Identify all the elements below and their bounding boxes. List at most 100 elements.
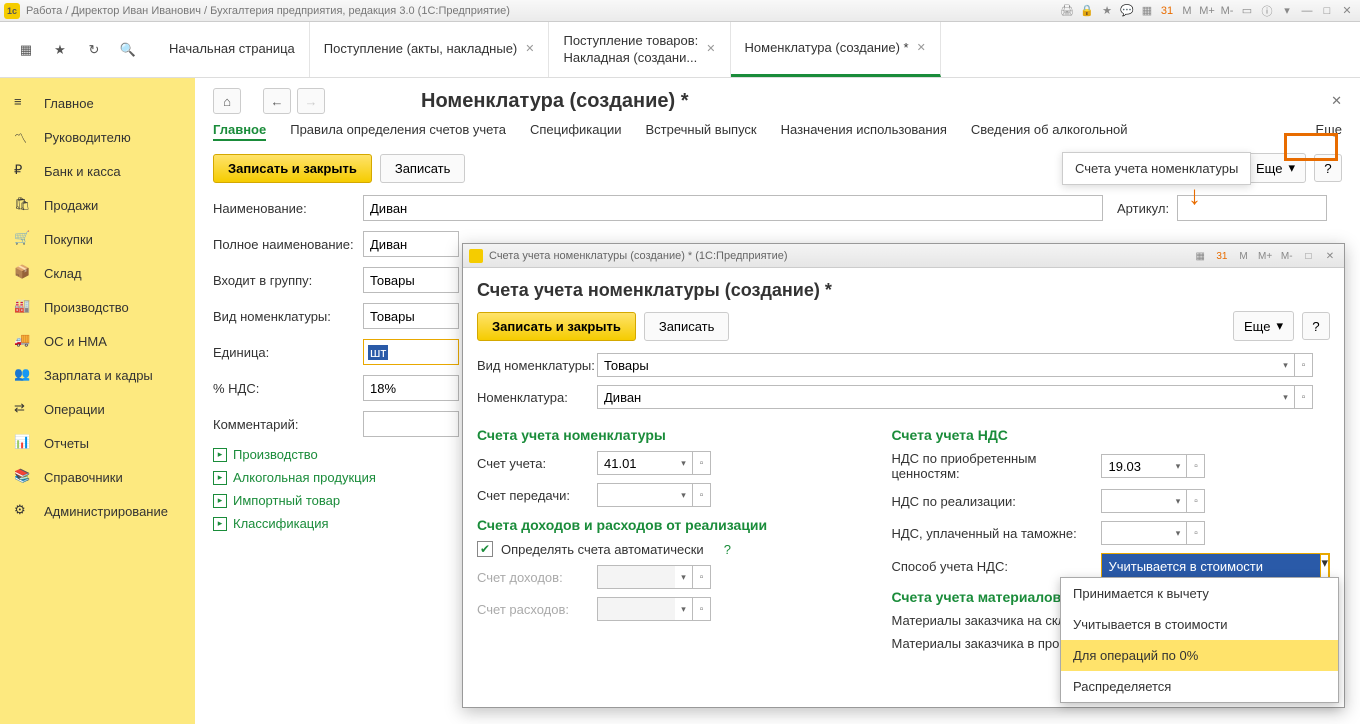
calendar-icon[interactable]: 31 xyxy=(1214,248,1230,264)
open-icon[interactable]: ▫ xyxy=(1187,521,1205,545)
mplus-icon[interactable]: M+ xyxy=(1257,248,1273,264)
vat-acq-input[interactable]: ▾▫ xyxy=(1101,454,1205,478)
chat-icon[interactable]: 💬 xyxy=(1118,2,1136,20)
minimize-icon[interactable]: — xyxy=(1298,2,1316,20)
dropdown-icon[interactable]: ▾ xyxy=(1277,353,1295,377)
tab-home[interactable]: Начальная страница xyxy=(155,22,310,77)
sidebar-item-sales[interactable]: 🛍Продажи xyxy=(0,188,195,222)
section-tab-counter[interactable]: Встречный выпуск xyxy=(645,122,756,141)
maximize-icon[interactable]: □ xyxy=(1300,248,1316,264)
income-input[interactable]: ▾▫ xyxy=(597,565,711,589)
name-input[interactable] xyxy=(363,195,1103,221)
sidebar-item-refs[interactable]: 📚Справочники xyxy=(0,460,195,494)
tab-nomenclature[interactable]: Номенклатура (создание) *✕ xyxy=(731,22,941,77)
sidebar-item-reports[interactable]: 📊Отчеты xyxy=(0,426,195,460)
dropdown-icon[interactable]: ▾ xyxy=(1169,489,1187,513)
kind-input[interactable] xyxy=(363,303,459,329)
open-icon[interactable]: ▫ xyxy=(1295,385,1313,409)
modal-save-close-button[interactable]: Записать и закрыть xyxy=(477,312,636,341)
dropdown-icon[interactable]: ▾ xyxy=(1169,454,1187,478)
dropdown-icon[interactable]: ▾ xyxy=(1320,554,1329,578)
modal-kind-input[interactable]: ▾▫ xyxy=(597,353,1313,377)
auto-checkbox[interactable]: ✔ xyxy=(477,541,493,557)
help-link-icon[interactable]: ? xyxy=(724,542,731,557)
fullname-input[interactable] xyxy=(363,231,459,257)
open-icon[interactable]: ▫ xyxy=(1187,454,1205,478)
open-icon[interactable]: ▫ xyxy=(1187,489,1205,513)
calendar-icon[interactable]: 31 xyxy=(1158,2,1176,20)
unit-input[interactable]: шт xyxy=(363,339,459,365)
home-button[interactable]: ⌂ xyxy=(213,88,241,114)
expense-input[interactable]: ▾▫ xyxy=(597,597,711,621)
open-icon[interactable]: ▫ xyxy=(693,451,711,475)
mplus-icon[interactable]: M+ xyxy=(1198,2,1216,20)
open-icon[interactable]: ▫ xyxy=(693,483,711,507)
favorite-icon[interactable]: ★ xyxy=(50,40,70,60)
dropdown-icon[interactable]: ▾ xyxy=(675,565,693,589)
sidebar-item-admin[interactable]: ⚙Администрирование xyxy=(0,494,195,528)
sidebar-item-assets[interactable]: 🚚ОС и НМА xyxy=(0,324,195,358)
save-close-button[interactable]: Записать и закрыть xyxy=(213,154,372,183)
sidebar-item-manager[interactable]: 〽Руководителю xyxy=(0,120,195,154)
m-icon[interactable]: M xyxy=(1236,248,1252,264)
save-button[interactable]: Записать xyxy=(380,154,466,183)
maximize-icon[interactable]: □ xyxy=(1318,2,1336,20)
dropdown-icon[interactable]: ▾ xyxy=(1277,385,1295,409)
dropdown-item[interactable]: Учитывается в стоимости xyxy=(1061,609,1338,640)
transfer-input[interactable]: ▾▫ xyxy=(597,483,711,507)
section-tab-main[interactable]: Главное xyxy=(213,122,266,141)
back-button[interactable]: ← xyxy=(263,88,291,114)
close-icon[interactable]: ✕ xyxy=(1322,248,1338,264)
vat-method-input[interactable]: ▾ xyxy=(1101,553,1330,579)
window-icon[interactable]: ▭ xyxy=(1238,2,1256,20)
m-icon[interactable]: M xyxy=(1178,2,1196,20)
modal-more-button[interactable]: Еще▾ xyxy=(1233,311,1294,341)
section-tab-accounts[interactable]: Правила определения счетов учета xyxy=(290,122,506,141)
apps-icon[interactable]: ▦ xyxy=(16,40,36,60)
tab-close-icon[interactable]: ✕ xyxy=(917,41,926,55)
dropdown-item-highlighted[interactable]: Для операций по 0% xyxy=(1061,640,1338,671)
tab-receipt-note[interactable]: Поступление товаров: Накладная (создани.… xyxy=(549,22,730,77)
dropdown-icon[interactable]: ▾ xyxy=(675,483,693,507)
dropdown-icon[interactable]: ▾ xyxy=(1169,521,1187,545)
vat-cust-input[interactable]: ▾▫ xyxy=(1101,521,1205,545)
section-tab-usage[interactable]: Назначения использования xyxy=(781,122,947,141)
sidebar-item-operations[interactable]: ⇄Операции xyxy=(0,392,195,426)
sidebar-item-warehouse[interactable]: 📦Склад xyxy=(0,256,195,290)
group-input[interactable] xyxy=(363,267,459,293)
calc-icon[interactable]: ▦ xyxy=(1138,2,1156,20)
close-icon[interactable]: ✕ xyxy=(1338,2,1356,20)
info-icon[interactable]: ⓘ xyxy=(1258,2,1276,20)
star-icon[interactable]: ★ xyxy=(1098,2,1116,20)
print-icon[interactable]: 🖨 xyxy=(1058,2,1076,20)
mminus-icon[interactable]: M- xyxy=(1218,2,1236,20)
vat-sale-input[interactable]: ▾▫ xyxy=(1101,489,1205,513)
dropdown-icon[interactable]: ▾ xyxy=(675,451,693,475)
open-icon[interactable]: ▫ xyxy=(1295,353,1313,377)
section-tab-alcohol[interactable]: Сведения об алкогольной xyxy=(971,122,1128,141)
dropdown-item[interactable]: Принимается к вычету xyxy=(1061,578,1338,609)
min-icon[interactable]: ▾ xyxy=(1278,2,1296,20)
sidebar-item-main[interactable]: ≡Главное xyxy=(0,86,195,120)
sidebar-item-bank[interactable]: ₽Банк и касса xyxy=(0,154,195,188)
section-tab-specs[interactable]: Спецификации xyxy=(530,122,622,141)
comment-input[interactable] xyxy=(363,411,459,437)
open-icon[interactable]: ▫ xyxy=(693,597,711,621)
forward-button[interactable]: → xyxy=(297,88,325,114)
dropdown-item[interactable]: Распределяется xyxy=(1061,671,1338,702)
dropdown-icon[interactable]: ▾ xyxy=(675,597,693,621)
tab-close-icon[interactable]: ✕ xyxy=(525,42,534,56)
lock-icon[interactable]: 🔒 xyxy=(1078,2,1096,20)
sidebar-item-hr[interactable]: 👥Зарплата и кадры xyxy=(0,358,195,392)
history-icon[interactable]: ↻ xyxy=(84,40,104,60)
modal-save-button[interactable]: Записать xyxy=(644,312,730,341)
calc-icon[interactable]: ▦ xyxy=(1192,248,1208,264)
acc-input[interactable]: ▾▫ xyxy=(597,451,711,475)
sidebar-item-purchases[interactable]: 🛒Покупки xyxy=(0,222,195,256)
vat-input[interactable] xyxy=(363,375,459,401)
sidebar-item-production[interactable]: 🏭Производство xyxy=(0,290,195,324)
open-icon[interactable]: ▫ xyxy=(693,565,711,589)
mminus-icon[interactable]: M- xyxy=(1279,248,1295,264)
close-page-icon[interactable]: ✕ xyxy=(1331,93,1342,109)
modal-nom-input[interactable]: ▾▫ xyxy=(597,385,1313,409)
